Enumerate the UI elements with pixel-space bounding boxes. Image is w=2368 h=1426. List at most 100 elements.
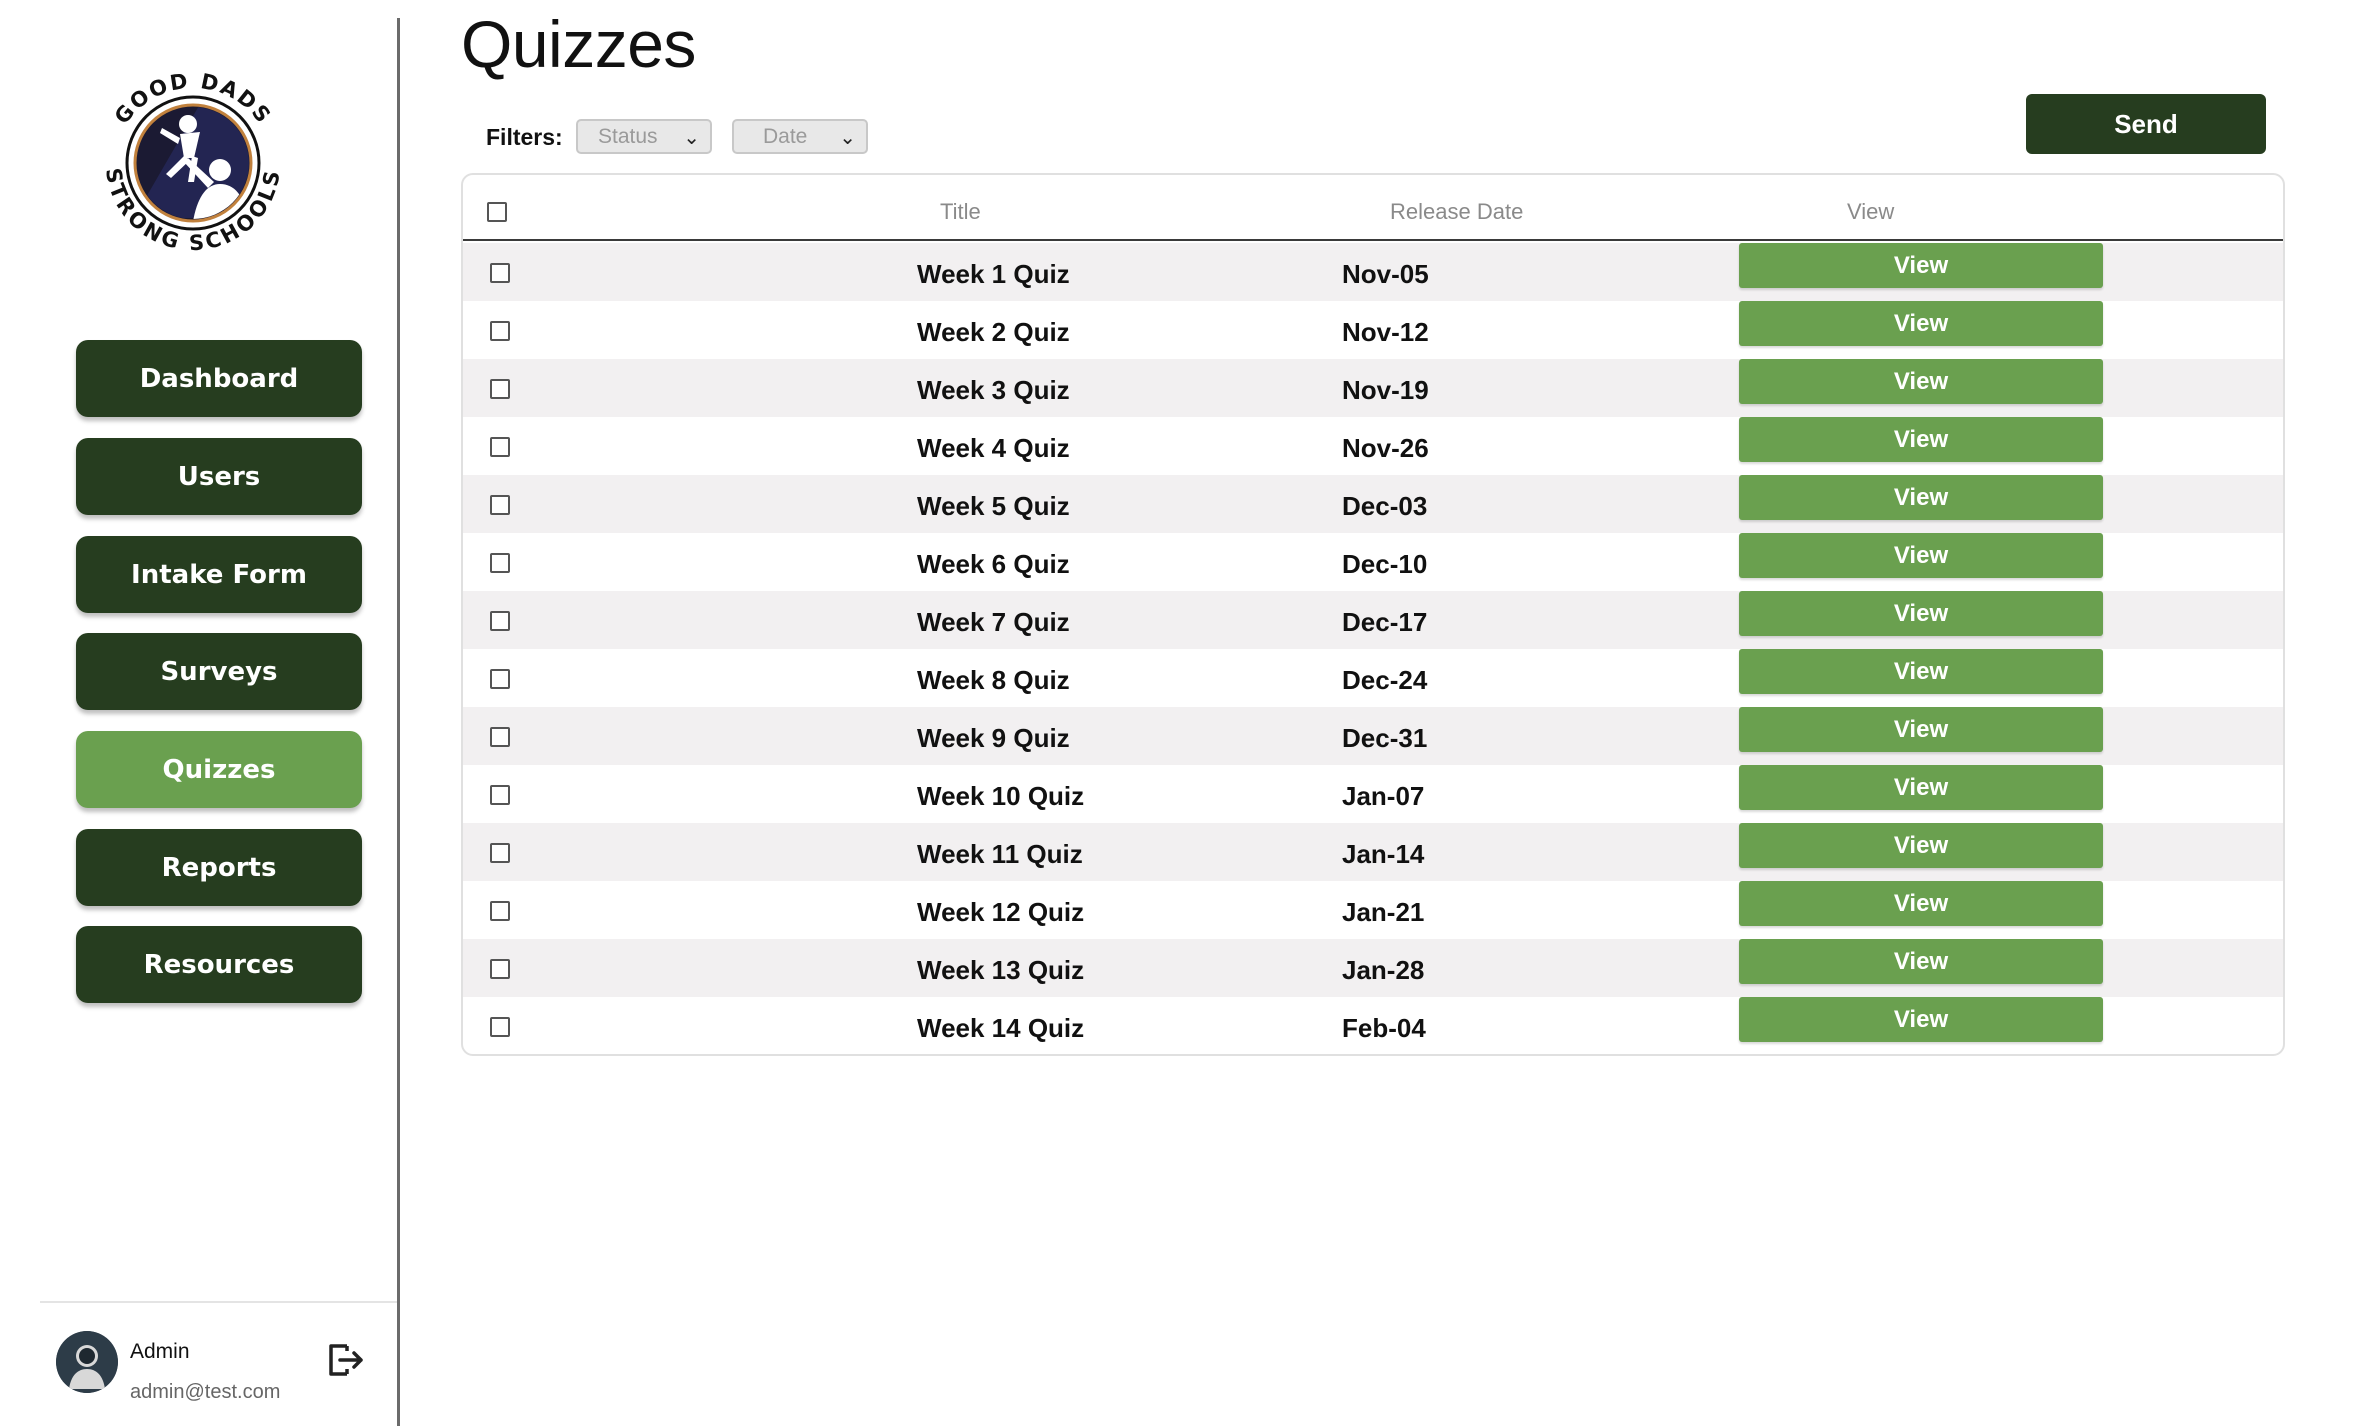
view-button[interactable]: View bbox=[1739, 765, 2103, 810]
quiz-title: Week 4 Quiz bbox=[917, 433, 1070, 463]
table-row: Week 10 Quiz Jan-07 View bbox=[463, 765, 2283, 823]
column-header-release-date[interactable]: Release Date bbox=[1390, 199, 1523, 225]
quiz-title: Week 7 Quiz bbox=[917, 607, 1070, 637]
row-checkbox[interactable] bbox=[490, 727, 510, 747]
table-row: Week 11 Quiz Jan-14 View bbox=[463, 823, 2283, 881]
view-button[interactable]: View bbox=[1739, 823, 2103, 868]
sidebar-item-quizzes[interactable]: Quizzes bbox=[76, 731, 362, 808]
release-date: Nov-12 bbox=[1342, 317, 1429, 347]
view-button[interactable]: View bbox=[1739, 533, 2103, 578]
release-date: Dec-24 bbox=[1342, 665, 1428, 695]
view-button[interactable]: View bbox=[1739, 997, 2103, 1042]
table-row: Week 7 Quiz Dec-17 View bbox=[463, 591, 2283, 649]
row-checkbox[interactable] bbox=[490, 437, 510, 457]
view-button[interactable]: View bbox=[1739, 649, 2103, 694]
table-row: Week 14 Quiz Feb-04 View bbox=[463, 997, 2283, 1054]
quiz-title: Week 3 Quiz bbox=[917, 375, 1070, 405]
view-button[interactable]: View bbox=[1739, 243, 2103, 288]
sidebar: GOOD DADS STRONG SCHOOLS Dashboard Users… bbox=[0, 0, 399, 1426]
release-date: Dec-17 bbox=[1342, 607, 1428, 637]
view-button[interactable]: View bbox=[1739, 939, 2103, 984]
table-header: Title Release Date View bbox=[463, 175, 2283, 241]
sidebar-item-intake-form[interactable]: Intake Form bbox=[76, 536, 362, 613]
quiz-title: Week 10 Quiz bbox=[917, 781, 1085, 811]
good-dads-logo: GOOD DADS STRONG SCHOOLS bbox=[101, 69, 282, 256]
table-row: Week 5 Quiz Dec-03 View bbox=[463, 475, 2283, 533]
view-button[interactable]: View bbox=[1739, 591, 2103, 636]
view-button[interactable]: View bbox=[1739, 359, 2103, 404]
column-header-title[interactable]: Title bbox=[940, 199, 981, 225]
quiz-title: Week 9 Quiz bbox=[917, 723, 1070, 753]
sidebar-item-resources[interactable]: Resources bbox=[76, 926, 362, 1003]
row-checkbox[interactable] bbox=[490, 1017, 510, 1037]
row-checkbox[interactable] bbox=[490, 321, 510, 341]
date-filter-value: Date bbox=[763, 124, 808, 148]
status-filter-value: Status bbox=[598, 124, 658, 148]
row-checkbox[interactable] bbox=[490, 901, 510, 921]
sidebar-item-dashboard[interactable]: Dashboard bbox=[76, 340, 362, 417]
view-button[interactable]: View bbox=[1739, 301, 2103, 346]
row-checkbox[interactable] bbox=[490, 611, 510, 631]
view-button[interactable]: View bbox=[1739, 417, 2103, 462]
release-date: Jan-14 bbox=[1342, 839, 1425, 869]
sidebar-item-reports[interactable]: Reports bbox=[76, 829, 362, 906]
quiz-title: Week 14 Quiz bbox=[917, 1013, 1085, 1043]
status-filter-select[interactable]: Status ⌄ bbox=[576, 119, 712, 154]
user-name: Admin bbox=[130, 1340, 190, 1363]
view-button[interactable]: View bbox=[1739, 475, 2103, 520]
date-filter-select[interactable]: Date ⌄ bbox=[732, 119, 868, 154]
table-row: Week 9 Quiz Dec-31 View bbox=[463, 707, 2283, 765]
row-checkbox[interactable] bbox=[490, 263, 510, 283]
quiz-title: Week 6 Quiz bbox=[917, 549, 1070, 579]
chevron-down-icon: ⌄ bbox=[839, 127, 856, 149]
table-row: Week 6 Quiz Dec-10 View bbox=[463, 533, 2283, 591]
quiz-title: Week 11 Quiz bbox=[917, 839, 1083, 869]
quiz-title: Week 2 Quiz bbox=[917, 317, 1070, 347]
row-checkbox[interactable] bbox=[490, 379, 510, 399]
row-checkbox[interactable] bbox=[490, 553, 510, 573]
table-row: Week 12 Quiz Jan-21 View bbox=[463, 881, 2283, 939]
row-checkbox[interactable] bbox=[490, 785, 510, 805]
release-date: Feb-04 bbox=[1342, 1013, 1426, 1043]
send-button[interactable]: Send bbox=[2026, 94, 2266, 154]
release-date: Jan-07 bbox=[1342, 781, 1425, 811]
user-divider bbox=[40, 1301, 398, 1303]
chevron-down-icon: ⌄ bbox=[683, 127, 700, 149]
release-date: Dec-31 bbox=[1342, 723, 1428, 753]
quiz-title: Week 8 Quiz bbox=[917, 665, 1070, 695]
table-row: Week 2 Quiz Nov-12 View bbox=[463, 301, 2283, 359]
release-date: Dec-03 bbox=[1342, 491, 1428, 521]
table-row: Week 3 Quiz Nov-19 View bbox=[463, 359, 2283, 417]
logout-icon[interactable] bbox=[325, 1340, 365, 1380]
quiz-title: Week 13 Quiz bbox=[917, 955, 1085, 985]
release-date: Dec-10 bbox=[1342, 549, 1428, 579]
release-date: Jan-21 bbox=[1342, 897, 1425, 927]
view-button[interactable]: View bbox=[1739, 881, 2103, 926]
quiz-title: Week 1 Quiz bbox=[917, 259, 1070, 289]
release-date: Jan-28 bbox=[1342, 955, 1425, 985]
table-row: Week 8 Quiz Dec-24 View bbox=[463, 649, 2283, 707]
column-header-view: View bbox=[1847, 199, 1895, 224]
row-checkbox[interactable] bbox=[490, 495, 510, 515]
row-checkbox[interactable] bbox=[490, 669, 510, 689]
quiz-title: Week 5 Quiz bbox=[917, 491, 1070, 521]
table-row: Week 4 Quiz Nov-26 View bbox=[463, 417, 2283, 475]
page-title: Quizzes bbox=[461, 7, 696, 81]
sidebar-item-users[interactable]: Users bbox=[76, 438, 362, 515]
table-row: Week 1 Quiz Nov-05 View bbox=[463, 243, 2283, 301]
release-date: Nov-05 bbox=[1342, 259, 1429, 289]
select-all-checkbox[interactable] bbox=[487, 202, 507, 222]
user-email: admin@test.com bbox=[130, 1381, 281, 1403]
table-row: Week 13 Quiz Jan-28 View bbox=[463, 939, 2283, 997]
user-avatar-icon[interactable] bbox=[56, 1331, 118, 1393]
row-checkbox[interactable] bbox=[490, 959, 510, 979]
quizzes-table: Title Release Date View Week 1 Quiz Nov-0… bbox=[461, 173, 2285, 1056]
filters-label: Filters: bbox=[486, 124, 563, 150]
sidebar-item-surveys[interactable]: Surveys bbox=[76, 633, 362, 710]
sidebar-divider bbox=[397, 18, 400, 1426]
quiz-title: Week 12 Quiz bbox=[917, 897, 1085, 927]
view-button[interactable]: View bbox=[1739, 707, 2103, 752]
release-date: Nov-19 bbox=[1342, 375, 1429, 405]
row-checkbox[interactable] bbox=[490, 843, 510, 863]
release-date: Nov-26 bbox=[1342, 433, 1429, 463]
